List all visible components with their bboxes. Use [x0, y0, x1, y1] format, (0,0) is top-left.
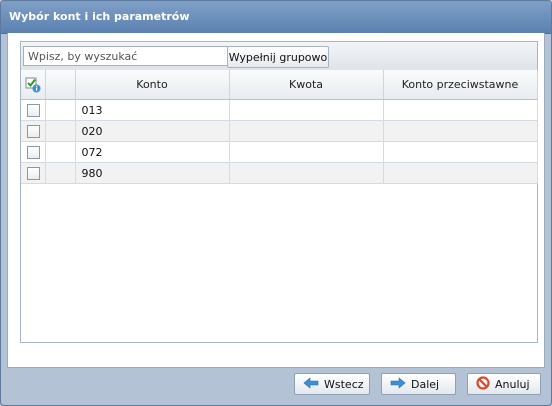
column-header-kwota[interactable]: Kwota	[229, 70, 384, 100]
select-all-header[interactable]	[21, 70, 46, 100]
next-label: Dalej	[411, 377, 440, 391]
row-checkbox-cell[interactable]	[21, 141, 46, 163]
cancel-label: Anuluj	[495, 377, 530, 391]
back-button[interactable]: Wstecz	[294, 373, 370, 395]
konto-cell[interactable]: 980	[75, 162, 230, 184]
row-checkbox[interactable]	[27, 166, 40, 180]
kwota-cell[interactable]	[229, 162, 384, 184]
cancel-button[interactable]: Anuluj	[467, 373, 541, 395]
dialog-titlebar[interactable]: Wybór kont i ich parametrów	[1, 1, 551, 34]
table-row[interactable]: 980	[21, 162, 538, 184]
kwota-cell[interactable]	[229, 120, 384, 142]
arrow-right-icon	[390, 376, 406, 392]
row-blank-cell	[45, 141, 76, 163]
row-checkbox-cell[interactable]	[21, 99, 46, 121]
account-selection-dialog: Wybór kont i ich parametrów Wypełnij gru…	[0, 0, 552, 406]
konto-przeciwstawne-cell[interactable]	[383, 141, 538, 163]
row-checkbox[interactable]	[27, 124, 40, 138]
fill-group-button[interactable]: Wypełnij grupowo	[227, 46, 329, 68]
row-checkbox[interactable]	[27, 145, 40, 159]
table-row[interactable]: 020	[21, 120, 538, 142]
row-checkbox-cell[interactable]	[21, 162, 46, 184]
check-all-info-icon[interactable]	[25, 77, 41, 93]
fill-group-label: Wypełnij grupowo	[228, 50, 328, 64]
row-blank-cell	[45, 162, 76, 184]
row-checkbox[interactable]	[27, 103, 40, 117]
kwota-cell[interactable]	[229, 141, 384, 163]
column-header-blank	[45, 70, 76, 100]
table-row[interactable]: 013	[21, 99, 538, 121]
accounts-table: Konto Kwota Konto przeciwstawne 013 020 …	[21, 70, 538, 184]
accounts-grid: Wypełnij grupowo	[20, 41, 538, 343]
table-row[interactable]: 072	[21, 141, 538, 163]
kwota-cell[interactable]	[229, 99, 384, 121]
table-header-row: Konto Kwota Konto przeciwstawne	[21, 70, 538, 100]
row-blank-cell	[45, 120, 76, 142]
search-input[interactable]	[23, 46, 231, 66]
dialog-body: Wypełnij grupowo	[7, 33, 545, 368]
next-button[interactable]: Dalej	[381, 373, 456, 395]
konto-cell[interactable]: 020	[75, 120, 230, 142]
column-header-konto-przeciwstawne[interactable]: Konto przeciwstawne	[383, 70, 538, 100]
konto-cell[interactable]: 013	[75, 99, 230, 121]
column-header-konto[interactable]: Konto	[75, 70, 230, 100]
row-blank-cell	[45, 99, 76, 121]
cancel-icon	[476, 375, 490, 393]
arrow-left-icon	[303, 376, 319, 392]
konto-przeciwstawne-cell[interactable]	[383, 99, 538, 121]
row-checkbox-cell[interactable]	[21, 120, 46, 142]
konto-przeciwstawne-cell[interactable]	[383, 162, 538, 184]
back-label: Wstecz	[324, 377, 364, 391]
grid-toolbar: Wypełnij grupowo	[21, 42, 537, 71]
dialog-title: Wybór kont i ich parametrów	[9, 10, 190, 23]
konto-przeciwstawne-cell[interactable]	[383, 120, 538, 142]
konto-cell[interactable]: 072	[75, 141, 230, 163]
